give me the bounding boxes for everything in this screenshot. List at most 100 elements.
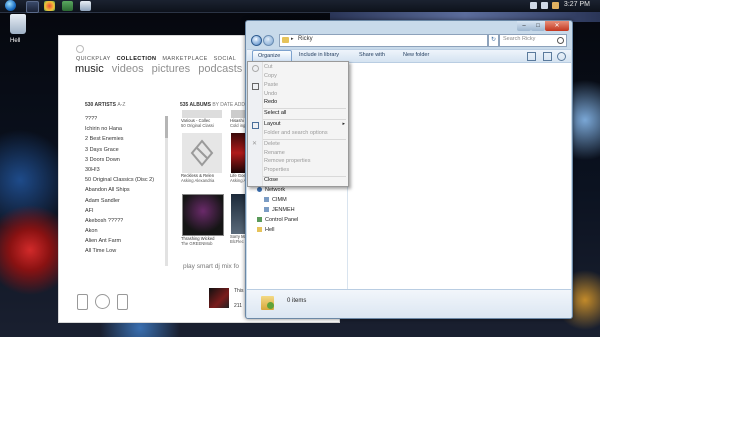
flag-icon[interactable]: [552, 2, 559, 9]
user-folder-icon: [261, 296, 274, 310]
tree-item-computer-1[interactable]: CIMM: [264, 197, 287, 203]
tree-item-computer-2[interactable]: JENMEH: [264, 207, 295, 213]
artist-item[interactable]: 50 Original Classics (Disc 2): [85, 175, 165, 185]
address-field[interactable]: ▸ Ricky: [279, 34, 488, 47]
share-with-button[interactable]: Share with: [359, 52, 385, 58]
menu-item-remove-properties[interactable]: Remove properties: [264, 158, 310, 164]
disc-icon[interactable]: [95, 294, 110, 309]
network-icon[interactable]: [530, 2, 537, 9]
artist-item[interactable]: 30H!3: [85, 165, 165, 175]
album-art: [182, 110, 222, 118]
computer-icon: [264, 207, 269, 213]
artist-item[interactable]: All Time Low: [85, 246, 165, 256]
menu-separator: [263, 119, 346, 120]
album-artist: The GREENMob: [181, 241, 213, 246]
taskbar-app-chrome[interactable]: [44, 1, 55, 11]
taskbar-app-media[interactable]: [62, 1, 73, 11]
tree-label: JENMEH: [272, 207, 295, 213]
menu-item-cut[interactable]: Cut: [264, 64, 273, 70]
menu-item-rename[interactable]: Rename: [264, 150, 285, 156]
artist-item[interactable]: 3 Days Grace: [85, 145, 165, 155]
view-options-icon[interactable]: [527, 52, 536, 61]
pivot-podcasts[interactable]: podcasts: [198, 63, 242, 75]
close-button[interactable]: ✕: [545, 21, 569, 31]
artist-item[interactable]: 3 Doors Down: [85, 155, 165, 165]
include-in-library-button[interactable]: Include in library: [299, 52, 339, 58]
nav-quickplay[interactable]: QUICKPLAY: [76, 56, 111, 62]
file-list[interactable]: [348, 63, 571, 289]
item-count: 0 items: [287, 298, 307, 304]
preview-pane-icon[interactable]: [543, 52, 552, 61]
menu-item-delete[interactable]: Delete: [264, 141, 280, 147]
volume-icon[interactable]: [541, 2, 548, 9]
tree-item-user[interactable]: Hell: [257, 227, 274, 233]
menu-item-close[interactable]: Close: [264, 177, 278, 183]
album-art: [182, 194, 224, 236]
search-input[interactable]: Search Ricky: [499, 34, 567, 47]
menu-item-folder-options[interactable]: Folder and search options: [264, 130, 328, 136]
pivot-music[interactable]: music: [75, 63, 104, 75]
menu-item-undo[interactable]: Undo: [264, 91, 277, 97]
albums-count: 535 ALBUMS: [180, 102, 211, 108]
menu-item-select-all[interactable]: Select all: [264, 110, 286, 116]
minimize-button[interactable]: –: [517, 21, 531, 31]
album-artist: 50 Original Classi: [181, 123, 214, 128]
start-button[interactable]: [5, 0, 16, 11]
recycle-bin-icon[interactable]: [10, 14, 26, 34]
back-icon[interactable]: [76, 45, 84, 53]
chevron-right-icon[interactable]: ▸: [291, 36, 294, 42]
artist-item[interactable]: Ichirin no Hana: [85, 124, 165, 134]
menu-item-layout[interactable]: Layout: [264, 121, 281, 127]
nav-marketplace[interactable]: MARKETPLACE: [162, 56, 207, 62]
menu-item-redo[interactable]: Redo: [264, 99, 277, 105]
nav-social[interactable]: SOCIAL: [214, 56, 237, 62]
album-tile[interactable]: Thrashing Wicked The GREENMob: [181, 194, 224, 246]
artist-item[interactable]: Akon: [85, 226, 165, 236]
taskbar-app-explorer[interactable]: [80, 1, 91, 11]
help-icon[interactable]: [557, 52, 566, 61]
scrollbar-thumb[interactable]: [165, 116, 168, 138]
maximize-button[interactable]: □: [531, 21, 545, 31]
clock[interactable]: 3:27 PM: [564, 1, 590, 8]
new-folder-button[interactable]: New folder: [403, 52, 429, 58]
refresh-icon[interactable]: ↻: [488, 34, 499, 47]
album-tile[interactable]: Reckless & Relen Asking Alexandria: [181, 133, 223, 183]
search-placeholder: Search Ricky: [503, 36, 536, 42]
playlist-icon[interactable]: [117, 294, 128, 310]
menu-item-properties[interactable]: Properties: [264, 167, 289, 173]
delete-icon: ✕: [252, 141, 258, 147]
artist-item[interactable]: Abandon All Ships: [85, 185, 165, 195]
artists-sort[interactable]: A-Z: [117, 102, 125, 108]
folder-icon: [282, 37, 289, 43]
tree-item-network[interactable]: Network: [257, 187, 285, 193]
artist-item[interactable]: 2 Best Enemies: [85, 134, 165, 144]
back-arrow-icon[interactable]: ‹: [251, 35, 262, 46]
artist-list: ???? Ichirin no Hana 2 Best Enemies 3 Da…: [85, 114, 165, 257]
album-tile[interactable]: Various - Collec 50 Original Classi: [181, 110, 223, 128]
paste-icon: [252, 83, 259, 90]
artist-item[interactable]: AFI: [85, 206, 165, 216]
organize-menu: Cut Copy Paste Undo Redo Select all Layo…: [247, 61, 349, 187]
pivot-pictures[interactable]: pictures: [152, 63, 191, 75]
tree-item-control-panel[interactable]: Control Panel: [257, 217, 298, 223]
device-icon[interactable]: [77, 294, 88, 310]
submenu-arrow-icon: ▸: [342, 121, 345, 127]
artist-item[interactable]: Akebosh ?????: [85, 216, 165, 226]
pivot-videos[interactable]: videos: [112, 63, 144, 75]
nav-collection[interactable]: COLLECTION: [117, 56, 157, 62]
taskbar-app-ie[interactable]: [26, 1, 39, 13]
now-playing-art[interactable]: [209, 288, 229, 308]
artist-item[interactable]: ????: [85, 114, 165, 124]
menu-item-paste[interactable]: Paste: [264, 82, 278, 88]
search-icon[interactable]: [557, 37, 564, 44]
artist-item[interactable]: Alien Ant Farm: [85, 236, 165, 246]
now-playing-sub: 211: [234, 303, 242, 309]
artists-count: 530 ARTISTS: [85, 102, 116, 108]
albums-header: 535 ALBUMS BY DATE ADDED: [180, 102, 252, 108]
artist-scrollbar[interactable]: [165, 116, 168, 266]
album-art-placeholder-icon: [182, 133, 222, 173]
artist-item[interactable]: Adam Sandler: [85, 196, 165, 206]
smart-dj-link[interactable]: play smart dj mix fo: [183, 263, 239, 270]
menu-item-copy[interactable]: Copy: [264, 73, 277, 79]
forward-arrow-icon[interactable]: ›: [263, 35, 274, 46]
